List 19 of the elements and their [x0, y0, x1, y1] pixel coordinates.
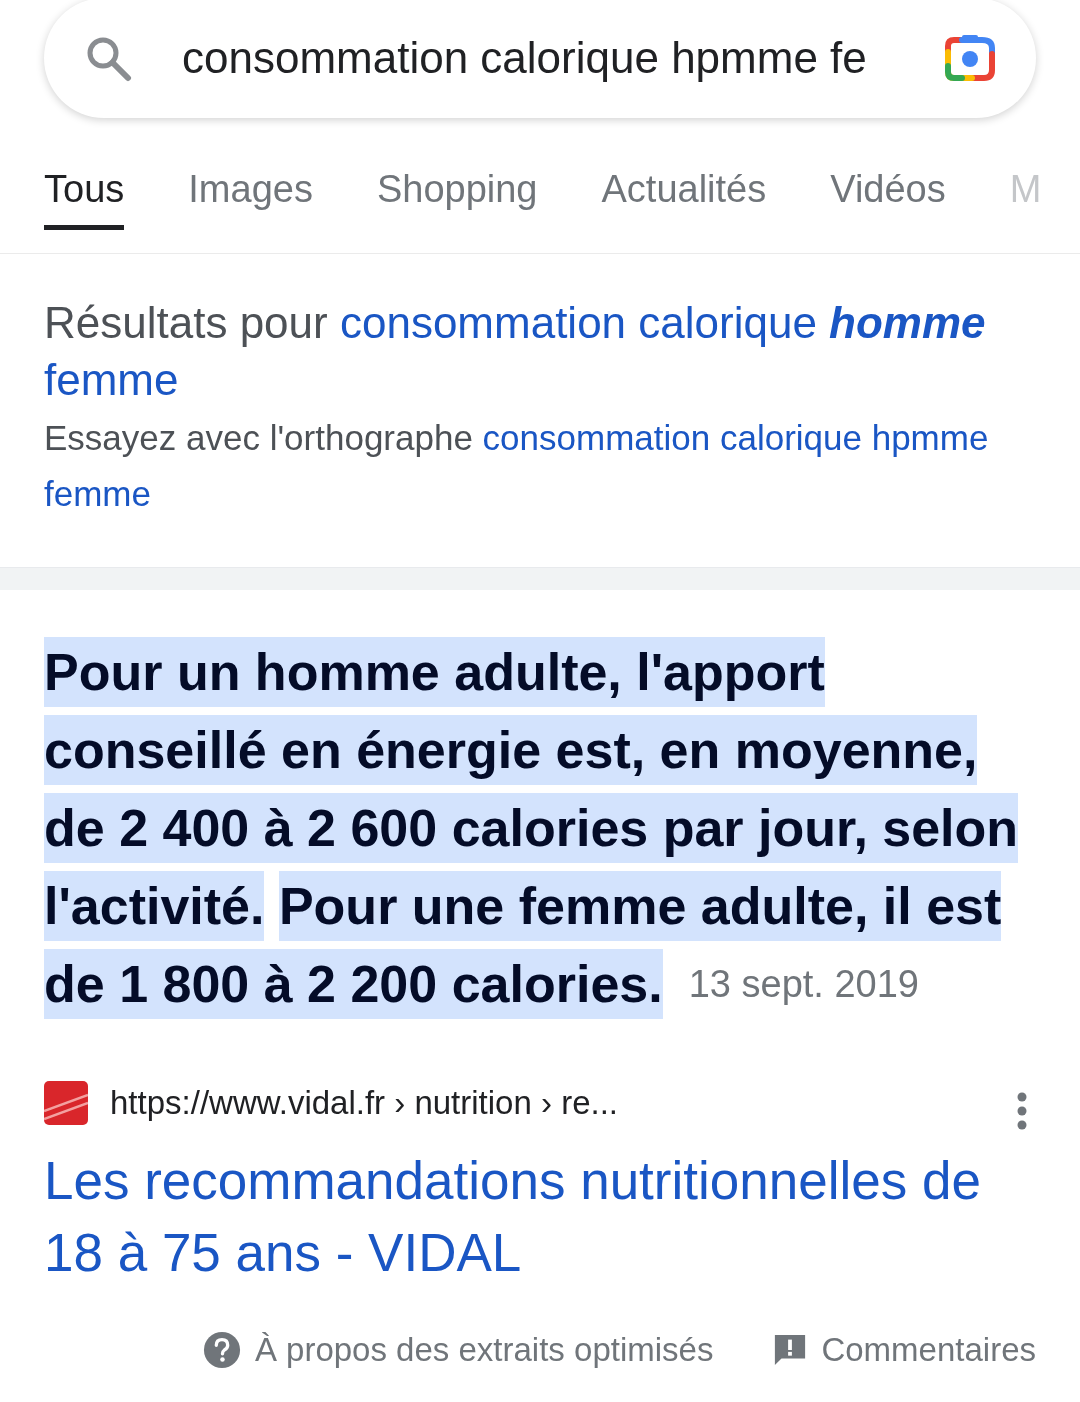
tab[interactable]: Shopping — [376, 160, 538, 230]
spelling-suggestion-text: Essayez avec l'orthographe consommation calorique hpmme femme — [44, 417, 990, 515]
search-field[interactable]: consommation calorique hpmme fe — [44, 0, 1036, 118]
result-title-link[interactable]: Les recommandations nutritionnelles de 18 à 75 ans - VIDAL — [44, 1145, 1040, 1289]
feedback-link[interactable]: Commentaires — [821, 1331, 1036, 1369]
tab[interactable]: Vidéos — [830, 160, 946, 230]
help-icon — [202, 1331, 241, 1369]
more-options-icon[interactable] — [1016, 1091, 1028, 1131]
camera-icon[interactable] — [942, 32, 998, 84]
search-query: consommation calorique hpmme fe — [182, 33, 868, 83]
tab[interactable]: Tous — [44, 160, 125, 230]
tab[interactable]: Actualités — [601, 160, 767, 230]
feedback-icon — [773, 1333, 808, 1367]
site-url: https://www.vidal.fr › nutrition › re... — [110, 1084, 619, 1122]
featured-snippets-info-link[interactable]: À propos des extraits optimisés — [254, 1331, 714, 1369]
site-favicon-icon — [44, 1081, 88, 1125]
showing-results-text: Résultats pour consommation calorique homme femme — [44, 297, 987, 406]
snippet-date: 13 sept. 2019 — [688, 962, 919, 1007]
tab[interactable]: Images — [188, 160, 313, 230]
